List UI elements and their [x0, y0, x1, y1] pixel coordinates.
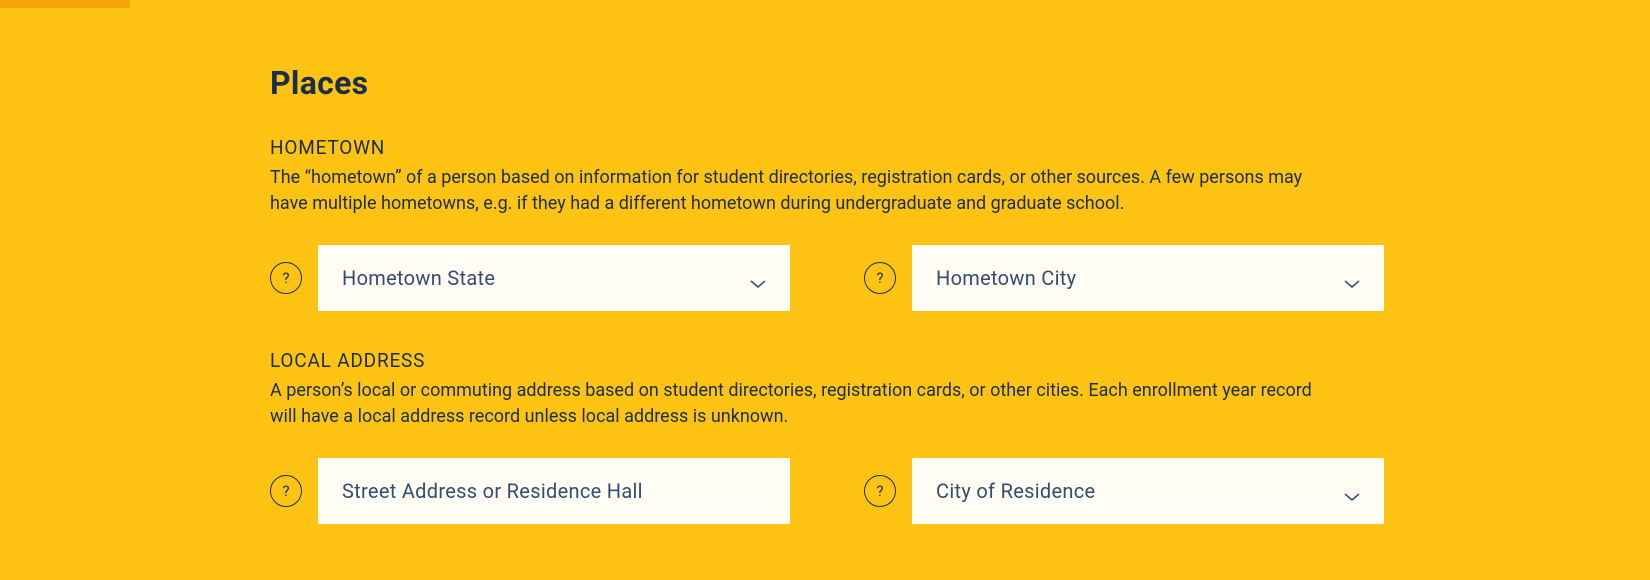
hometown-subsection: HOMETOWN The “hometown” of a person base… — [270, 136, 1380, 311]
help-icon[interactable]: ? — [864, 475, 896, 507]
hometown-city-label: Hometown City — [936, 266, 1076, 290]
help-icon[interactable]: ? — [864, 262, 896, 294]
local-address-subsection: LOCAL ADDRESS A person’s local or commut… — [270, 349, 1380, 524]
corner-tab — [0, 0, 130, 8]
local-address-label: LOCAL ADDRESS — [270, 349, 1380, 372]
local-address-description: A person’s local or commuting address ba… — [270, 378, 1330, 430]
help-icon[interactable]: ? — [270, 262, 302, 294]
street-address-input[interactable] — [318, 458, 790, 524]
hometown-state-label: Hometown State — [342, 266, 495, 290]
chevron-down-icon — [750, 270, 766, 286]
city-of-residence-label: City of Residence — [936, 479, 1095, 503]
help-icon[interactable]: ? — [270, 475, 302, 507]
city-of-residence-group: ? City of Residence — [864, 458, 1384, 524]
hometown-state-dropdown[interactable]: Hometown State — [318, 245, 790, 311]
hometown-fields-row: ? Hometown State ? Hometown City — [270, 245, 1380, 311]
hometown-city-group: ? Hometown City — [864, 245, 1384, 311]
local-address-fields-row: ? ? City of Residence — [270, 458, 1380, 524]
places-section: Places HOMETOWN The “hometown” of a pers… — [0, 0, 1380, 524]
chevron-down-icon — [1344, 270, 1360, 286]
chevron-down-icon — [1344, 483, 1360, 499]
section-title: Places — [270, 64, 1380, 102]
hometown-description: The “hometown” of a person based on info… — [270, 165, 1330, 217]
city-of-residence-dropdown[interactable]: City of Residence — [912, 458, 1384, 524]
street-address-group: ? — [270, 458, 790, 524]
hometown-state-group: ? Hometown State — [270, 245, 790, 311]
hometown-label: HOMETOWN — [270, 136, 1380, 159]
hometown-city-dropdown[interactable]: Hometown City — [912, 245, 1384, 311]
